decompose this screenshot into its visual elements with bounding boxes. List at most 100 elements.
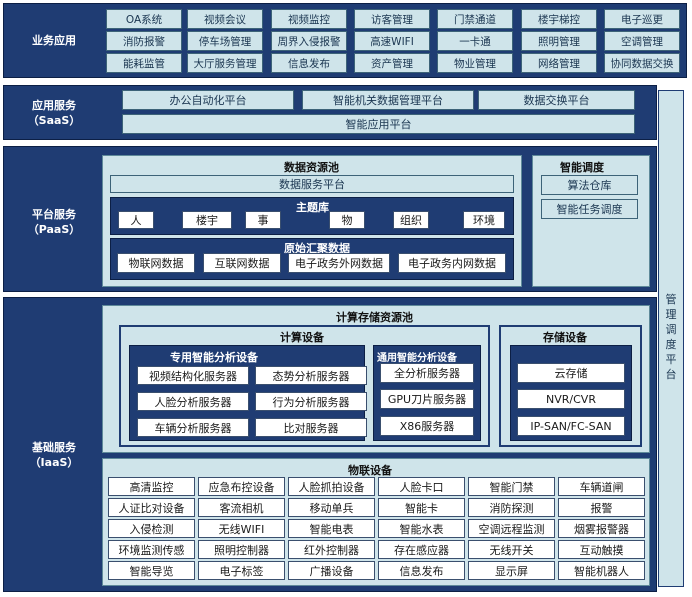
theme-item[interactable]: 组织 — [393, 211, 429, 229]
iot-device[interactable]: 人脸卡口 — [378, 477, 465, 496]
theme-item[interactable]: 人 — [118, 211, 154, 229]
business-label: 业务应用 — [32, 34, 76, 47]
business-item[interactable]: 楼宇梯控 — [521, 9, 597, 29]
management-platform-label: 管理调度平台 — [662, 292, 680, 382]
theme-lib-title: 主题库 — [296, 201, 329, 214]
data-pool-title: 数据资源池 — [284, 161, 339, 174]
iot-device[interactable]: 智能卡 — [378, 498, 465, 517]
business-item[interactable]: 能耗监管 — [106, 53, 182, 73]
business-item[interactable]: 协同数据交换 — [604, 53, 680, 73]
saas-oa-platform[interactable]: 办公自动化平台 — [122, 90, 294, 110]
iot-device[interactable]: 红外控制器 — [288, 540, 375, 559]
business-item[interactable]: 周界入侵报警 — [271, 31, 347, 51]
business-item[interactable]: 高速WIFI — [354, 31, 430, 51]
saas-data-mgmt-platform[interactable]: 智能机关数据管理平台 — [302, 90, 474, 110]
business-item[interactable]: 物业管理 — [437, 53, 513, 73]
theme-item[interactable]: 事 — [245, 211, 281, 229]
compute-storage-pool-title: 计算存储资源池 — [336, 311, 413, 324]
scheduling-title: 智能调度 — [560, 161, 604, 174]
business-item[interactable]: 视频会议 — [187, 9, 263, 29]
business-item[interactable]: 一卡通 — [437, 31, 513, 51]
special-device[interactable]: 比对服务器 — [255, 418, 367, 437]
iot-device[interactable]: 人脸抓拍设备 — [288, 477, 375, 496]
data-service-platform[interactable]: 数据服务平台 — [110, 175, 514, 193]
iot-device[interactable]: 显示屏 — [468, 561, 555, 580]
business-item[interactable]: 电子巡更 — [604, 9, 680, 29]
business-item[interactable]: 信息发布 — [271, 53, 347, 73]
iot-title: 物联设备 — [348, 464, 392, 477]
general-device[interactable]: GPU刀片服务器 — [380, 389, 474, 409]
iot-device[interactable]: 智能门禁 — [468, 477, 555, 496]
iot-device[interactable]: 烟雾报警器 — [558, 519, 645, 538]
business-item[interactable]: OA系统 — [106, 9, 182, 29]
theme-item[interactable]: 物 — [329, 211, 365, 229]
general-title: 通用智能分析设备 — [377, 353, 457, 364]
business-item[interactable]: 访客管理 — [354, 9, 430, 29]
special-device[interactable]: 态势分析服务器 — [255, 366, 367, 385]
iot-device[interactable]: 环境监测传感 — [108, 540, 195, 559]
iot-device[interactable]: 客流相机 — [198, 498, 285, 517]
iot-device[interactable]: 应急布控设备 — [198, 477, 285, 496]
saas-label: 应用服务 （SaaS） — [27, 99, 81, 127]
iot-device[interactable]: 移动单兵 — [288, 498, 375, 517]
special-device[interactable]: 车辆分析服务器 — [137, 418, 249, 437]
theme-item[interactable]: 环境 — [463, 211, 505, 229]
special-device[interactable]: 视频结构化服务器 — [137, 366, 249, 385]
storage-device[interactable]: IP-SAN/FC-SAN — [517, 416, 625, 436]
iot-device[interactable]: 无线开关 — [468, 540, 555, 559]
business-item[interactable]: 大厅服务管理 — [187, 53, 263, 73]
saas-smart-app-platform[interactable]: 智能应用平台 — [122, 114, 635, 134]
business-item[interactable]: 停车场管理 — [187, 31, 263, 51]
iot-device[interactable]: 智能水表 — [378, 519, 465, 538]
compute-title: 计算设备 — [280, 331, 324, 344]
business-item[interactable]: 视频监控 — [271, 9, 347, 29]
algorithm-warehouse[interactable]: 算法仓库 — [541, 175, 638, 195]
iot-device[interactable]: 智能导览 — [108, 561, 195, 580]
paas-label: 平台服务 （PaaS） — [27, 208, 81, 236]
business-item[interactable]: 空调管理 — [604, 31, 680, 51]
theme-item[interactable]: 楼宇 — [182, 211, 232, 229]
iot-device[interactable]: 电子标签 — [198, 561, 285, 580]
iot-device[interactable]: 存在感应器 — [378, 540, 465, 559]
management-platform-char: 理 — [665, 308, 677, 321]
iot-device[interactable]: 入侵检测 — [108, 519, 195, 538]
iot-device[interactable]: 照明控制器 — [198, 540, 285, 559]
storage-device[interactable]: NVR/CVR — [517, 389, 625, 409]
management-platform-char: 平 — [665, 353, 677, 366]
management-platform-char: 台 — [665, 368, 677, 381]
iot-device[interactable]: 信息发布 — [378, 561, 465, 580]
saas-exchange-platform[interactable]: 数据交换平台 — [478, 90, 635, 110]
storage-title: 存储设备 — [543, 331, 587, 344]
iot-device[interactable]: 人证比对设备 — [108, 498, 195, 517]
special-device[interactable]: 行为分析服务器 — [255, 392, 367, 411]
smart-task-scheduling[interactable]: 智能任务调度 — [541, 199, 638, 219]
general-device[interactable]: X86服务器 — [380, 416, 474, 436]
business-item[interactable]: 资产管理 — [354, 53, 430, 73]
iot-device[interactable]: 智能机器人 — [558, 561, 645, 580]
general-device[interactable]: 全分析服务器 — [380, 363, 474, 383]
management-platform-char: 度 — [665, 338, 677, 351]
special-device[interactable]: 人脸分析服务器 — [137, 392, 249, 411]
iaas-label: 基础服务 （IaaS） — [29, 441, 79, 469]
business-item[interactable]: 消防报警 — [106, 31, 182, 51]
iot-device[interactable]: 消防探测 — [468, 498, 555, 517]
business-item[interactable]: 网络管理 — [521, 53, 597, 73]
iot-device[interactable]: 广播设备 — [288, 561, 375, 580]
management-platform-char: 调 — [665, 323, 677, 336]
raw-data-item[interactable]: 电子政务内网数据 — [398, 253, 506, 273]
iot-device[interactable]: 高清监控 — [108, 477, 195, 496]
storage-device[interactable]: 云存储 — [517, 363, 625, 383]
business-item[interactable]: 门禁通道 — [437, 9, 513, 29]
iot-device[interactable]: 车辆道闸 — [558, 477, 645, 496]
iot-device[interactable]: 空调远程监测 — [468, 519, 555, 538]
raw-data-item[interactable]: 电子政务外网数据 — [288, 253, 390, 273]
raw-data-item[interactable]: 互联网数据 — [203, 253, 281, 273]
iot-device[interactable]: 互动触摸 — [558, 540, 645, 559]
special-title: 专用智能分析设备 — [170, 351, 258, 364]
business-item[interactable]: 照明管理 — [521, 31, 597, 51]
raw-data-item[interactable]: 物联网数据 — [117, 253, 195, 273]
iot-device[interactable]: 无线WIFI — [198, 519, 285, 538]
iot-device[interactable]: 报警 — [558, 498, 645, 517]
iot-device[interactable]: 智能电表 — [288, 519, 375, 538]
management-platform-char: 管 — [665, 293, 677, 306]
